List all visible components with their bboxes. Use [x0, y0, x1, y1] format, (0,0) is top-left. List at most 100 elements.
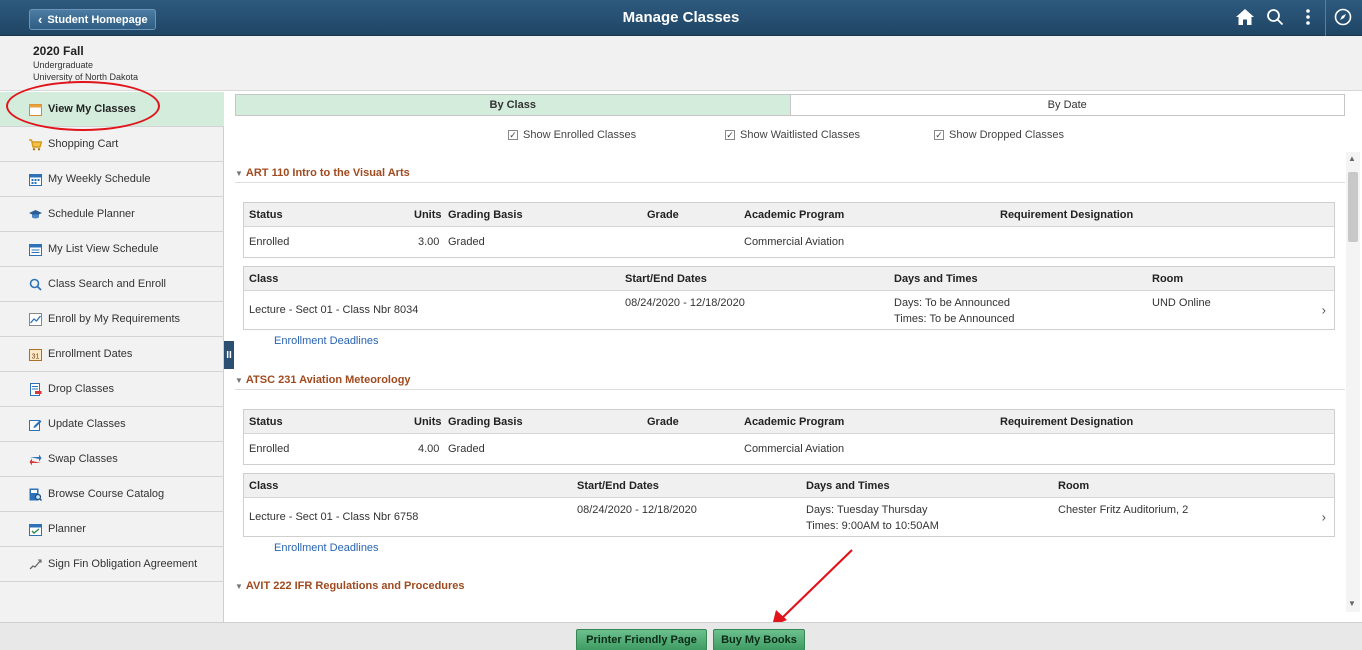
- search-icon[interactable]: [1266, 8, 1284, 26]
- sidebar-item-sign-fin-obligation-agreement[interactable]: Sign Fin Obligation Agreement: [0, 547, 224, 582]
- tab-by-class[interactable]: By Class: [236, 95, 791, 115]
- status-row: Enrolled 3.00 Graded Commercial Aviation: [244, 227, 1334, 257]
- times-value: Times: 9:00AM to 10:50AM: [806, 520, 939, 532]
- home-icon[interactable]: [1235, 8, 1255, 26]
- sidebar-item-browse-course-catalog[interactable]: Browse Course Catalog: [0, 477, 224, 512]
- col-requirement: Requirement Designation: [1000, 208, 1134, 221]
- printer-friendly-page-button[interactable]: Printer Friendly Page: [576, 629, 707, 650]
- chart-line-icon: [29, 312, 42, 326]
- sidebar-item-update-classes[interactable]: Update Classes: [0, 407, 224, 442]
- course-toggle[interactable]: ▼ AVIT 222 IFR Regulations and Procedure…: [235, 580, 465, 592]
- calendar-grid-icon: [29, 173, 42, 186]
- sidebar-item-swap-classes[interactable]: Swap Classes: [0, 442, 224, 477]
- checkbox-checked-icon: ✓: [508, 130, 518, 140]
- sidebar-item-enrollment-dates[interactable]: 31 Enrollment Dates: [0, 337, 224, 372]
- units-value: 4.00: [418, 443, 440, 455]
- days-value: Days: To be Announced: [894, 297, 1010, 309]
- sidebar-item-my-list-view-schedule[interactable]: My List View Schedule: [0, 232, 224, 267]
- sidebar-item-label: Shopping Cart: [48, 138, 119, 150]
- col-room: Room: [1152, 272, 1184, 285]
- show-waitlisted-checkbox[interactable]: ✓ Show Waitlisted Classes: [725, 129, 860, 141]
- annotation-circle: [6, 81, 160, 131]
- sidebar-item-label: Swap Classes: [48, 453, 118, 465]
- tab-by-date[interactable]: By Date: [791, 95, 1345, 115]
- class-row[interactable]: Lecture - Sect 01 - Class Nbr 6758 08/24…: [244, 498, 1334, 536]
- date-icon: 31: [29, 348, 42, 361]
- col-grade: Grade: [647, 208, 679, 221]
- sidebar-item-label: Browse Course Catalog: [48, 488, 165, 500]
- program-value: Commercial Aviation: [744, 236, 845, 248]
- svg-text:31: 31: [32, 353, 40, 360]
- program-value: Commercial Aviation: [744, 443, 845, 455]
- checkbox-checked-icon: ✓: [934, 130, 944, 140]
- chevron-right-icon: ›: [1321, 509, 1326, 525]
- more-vert-icon[interactable]: [1305, 8, 1311, 26]
- col-grade: Grade: [647, 415, 679, 428]
- sidebar-item-my-weekly-schedule[interactable]: My Weekly Schedule: [0, 162, 224, 197]
- status-grid-header: Status Units Grading Basis Grade Academi…: [244, 410, 1334, 434]
- filter-label: Show Enrolled Classes: [523, 129, 637, 141]
- enrollment-deadlines-link[interactable]: Enrollment Deadlines: [274, 335, 379, 347]
- col-class: Class: [249, 272, 279, 285]
- triangle-down-icon: ▼: [235, 168, 243, 178]
- col-units: Units: [414, 415, 442, 428]
- class-grid: Class Start/End Dates Days and Times Roo…: [243, 266, 1335, 330]
- filter-label: Show Dropped Classes: [949, 129, 1064, 141]
- class-row[interactable]: Lecture - Sect 01 - Class Nbr 8034 08/24…: [244, 291, 1334, 329]
- show-dropped-checkbox[interactable]: ✓ Show Dropped Classes: [934, 129, 1064, 141]
- course-toggle[interactable]: ▼ ART 110 Intro to the Visual Arts: [235, 167, 410, 179]
- status-grid: Status Units Grading Basis Grade Academi…: [243, 202, 1335, 258]
- col-grading: Grading Basis: [448, 208, 523, 221]
- top-header: ‹ Student Homepage Manage Classes: [0, 0, 1362, 36]
- times-value: Times: To be Announced: [894, 313, 1015, 325]
- course-divider: [235, 389, 1345, 390]
- sidebar-item-label: My List View Schedule: [48, 243, 159, 255]
- col-grading: Grading Basis: [448, 415, 523, 428]
- checkbox-checked-icon: ✓: [725, 130, 735, 140]
- swap-icon: [29, 453, 42, 466]
- class-value: Lecture - Sect 01 - Class Nbr 6758: [249, 511, 419, 523]
- sidebar-item-label: My Weekly Schedule: [48, 173, 151, 185]
- buy-my-books-button[interactable]: Buy My Books: [713, 629, 805, 650]
- cap-icon: [29, 208, 42, 221]
- sidebar-item-label: Schedule Planner: [48, 208, 135, 220]
- show-enrolled-checkbox[interactable]: ✓ Show Enrolled Classes: [508, 129, 636, 141]
- term-career: Undergraduate: [33, 60, 94, 70]
- sidebar-item-drop-classes[interactable]: Drop Classes: [0, 372, 224, 407]
- filter-label: Show Waitlisted Classes: [740, 129, 861, 141]
- sidebar-item-enroll-by-my-requirements[interactable]: Enroll by My Requirements: [0, 302, 224, 337]
- sidebar-item-label: Planner: [48, 523, 86, 535]
- sidebar-item-label: Sign Fin Obligation Agreement: [48, 558, 198, 570]
- status-grid: Status Units Grading Basis Grade Academi…: [243, 409, 1335, 465]
- sidebar-item-schedule-planner[interactable]: Schedule Planner: [0, 197, 224, 232]
- days-value: Days: Tuesday Thursday: [806, 504, 928, 516]
- status-grid-header: Status Units Grading Basis Grade Academi…: [244, 203, 1334, 227]
- view-tabs: By Class By Date: [235, 94, 1345, 116]
- page-title: Manage Classes: [622, 9, 740, 26]
- course-toggle[interactable]: ▼ ATSC 231 Aviation Meteorology: [235, 374, 411, 386]
- scrollbar-thumb[interactable]: [1348, 172, 1358, 242]
- dates-value: 08/24/2020 - 12/18/2020: [625, 297, 745, 309]
- sidebar-item-label: Class Search and Enroll: [48, 278, 167, 290]
- col-status: Status: [249, 208, 283, 221]
- room-value: Chester Fritz Auditorium, 2: [1058, 504, 1189, 516]
- search-icon: [29, 278, 42, 291]
- sidebar-item-shopping-cart[interactable]: Shopping Cart: [0, 127, 224, 162]
- status-value: Enrolled: [249, 443, 290, 455]
- compass-icon[interactable]: [1334, 8, 1352, 26]
- class-grid-header: Class Start/End Dates Days and Times Roo…: [244, 474, 1334, 498]
- class-grid: Class Start/End Dates Days and Times Roo…: [243, 473, 1335, 537]
- enrollment-deadlines-link[interactable]: Enrollment Deadlines: [274, 542, 379, 554]
- scroll-down-icon[interactable]: ▼: [1348, 599, 1356, 608]
- content-scrollbar[interactable]: ▲ ▼: [1346, 152, 1360, 612]
- footer-bar: Printer Friendly Page Buy My Books: [0, 622, 1362, 650]
- sidebar-item-label: Enroll by My Requirements: [48, 313, 181, 325]
- sidebar-item-class-search-and-enroll[interactable]: Class Search and Enroll: [0, 267, 224, 302]
- term-bar: 2020 Fall Undergraduate University of No…: [0, 36, 1362, 91]
- sidebar-item-label: Enrollment Dates: [48, 348, 133, 360]
- cart-icon: [29, 138, 43, 151]
- grading-value: Graded: [448, 443, 485, 455]
- scroll-up-icon[interactable]: ▲: [1348, 154, 1356, 163]
- sidebar-item-label: Drop Classes: [48, 383, 115, 395]
- sidebar-item-planner[interactable]: Planner: [0, 512, 224, 547]
